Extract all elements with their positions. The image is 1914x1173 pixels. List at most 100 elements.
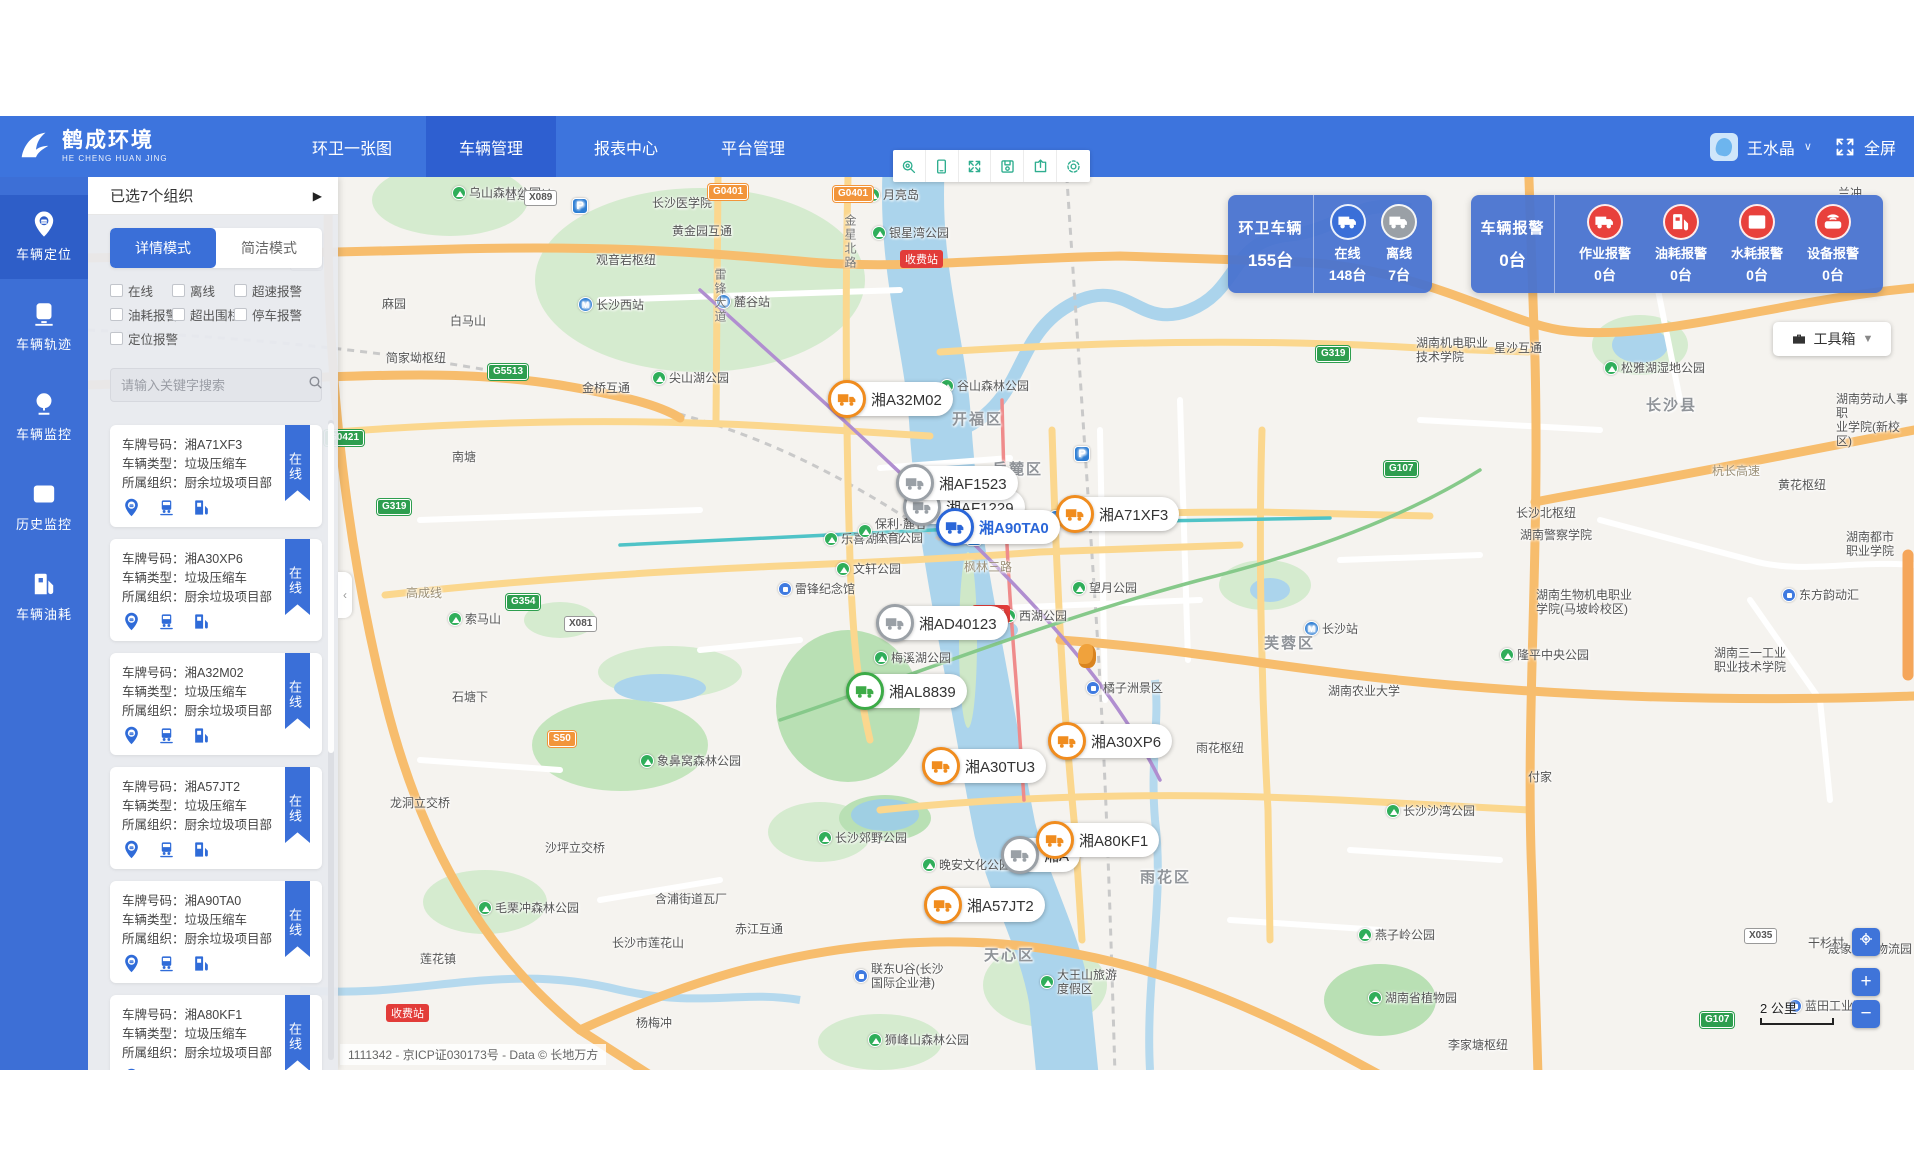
settings-gear-icon[interactable]	[1057, 150, 1090, 182]
fuel-detail-icon[interactable]	[192, 954, 211, 973]
search-icon[interactable]	[307, 374, 324, 396]
filter-checkbox[interactable]: 定位报警	[110, 329, 178, 348]
area-search-icon[interactable]	[893, 150, 926, 182]
checkbox-icon[interactable]	[172, 284, 185, 297]
username[interactable]: 王水晶	[1747, 135, 1795, 159]
locate-button[interactable]	[1852, 928, 1880, 956]
org-value: 厨余垃圾项目部	[185, 1046, 273, 1060]
vehicle-marker[interactable]: 湘A30XP6	[1050, 724, 1172, 758]
locate-vehicle-icon[interactable]	[122, 954, 141, 973]
vehicle-marker[interactable]: 湘A30TU3	[924, 749, 1046, 783]
sidebar-item-vehicle-track[interactable]: 车辆轨迹	[0, 285, 88, 369]
checkbox-icon[interactable]	[234, 308, 247, 321]
vehicle-card[interactable]: 车牌号码：湘A32M02 车辆类型：垃圾压缩车 所属组织：厨余垃圾项目部 在线	[110, 653, 322, 755]
alarm-stat-label: 油耗报警	[1655, 243, 1707, 262]
track-playback-icon[interactable]	[157, 954, 176, 973]
vehicle-marker[interactable]: 湘A71XF3	[1058, 497, 1179, 531]
expand-arrow-icon[interactable]: ▶	[313, 189, 322, 203]
map-attribution: 1111342 - 京ICP证030173号 - Data © 长地万方	[340, 1044, 606, 1065]
fullscreen-icon[interactable]	[1835, 137, 1855, 157]
mode-detail-button[interactable]: 详情模式	[110, 228, 216, 268]
filter-checkbox[interactable]: 停车报警	[234, 305, 302, 324]
track-playback-icon[interactable]	[157, 726, 176, 745]
vehicle-marker-plate: 湘A32M02	[871, 389, 942, 410]
zoom-out-button[interactable]: −	[1852, 1000, 1880, 1028]
map-label-text: 文轩公园	[853, 560, 901, 577]
park-icon	[452, 186, 466, 200]
org-selector-header[interactable]: 已选7个组织 ▶	[88, 177, 338, 215]
filter-checkbox[interactable]: 超出围栏	[172, 305, 240, 324]
user-chevron-down-icon[interactable]: ∨	[1804, 140, 1812, 153]
checkbox-icon[interactable]	[110, 308, 123, 321]
checkbox-icon[interactable]	[234, 284, 247, 297]
vehicle-card[interactable]: 车牌号码：湘A90TA0 车辆类型：垃圾压缩车 所属组织：厨余垃圾项目部 在线	[110, 881, 322, 983]
vehicle-marker-truck-icon	[846, 672, 884, 710]
checkbox-icon[interactable]	[110, 284, 123, 297]
vehicle-marker[interactable]: 湘A90TA0	[938, 510, 1060, 544]
map-label: 观音岩枢纽	[596, 251, 656, 268]
alarm-stat[interactable]: 设备报警 0台	[1807, 204, 1859, 285]
vehicle-marker[interactable]: 湘A57JT2	[926, 888, 1045, 922]
zoom-in-button[interactable]: +	[1852, 968, 1880, 996]
vehicle-card[interactable]: 车牌号码：湘A57JT2 车辆类型：垃圾压缩车 所属组织：厨余垃圾项目部 在线	[110, 767, 322, 869]
fullscreen-label[interactable]: 全屏	[1864, 135, 1896, 159]
fleet-stat[interactable]: 在线 148台	[1329, 204, 1366, 285]
park-icon	[824, 532, 838, 546]
vehicle-marker[interactable]: 湘AD40123	[878, 606, 1008, 640]
nav-item-platform-management[interactable]: 平台管理	[703, 116, 803, 177]
panel-scrollbar[interactable]	[328, 420, 334, 1060]
mode-simple-button[interactable]: 简洁模式	[216, 228, 322, 268]
sidebar-item-fuel[interactable]: 车辆油耗	[0, 555, 88, 639]
vehicle-marker[interactable]: 湘A32M02	[830, 382, 953, 416]
fuel-detail-icon[interactable]	[192, 612, 211, 631]
alarm-stat[interactable]: 水耗报警 0台	[1731, 204, 1783, 285]
vehicle-card[interactable]: 车牌号码：湘A30XP6 车辆类型：垃圾压缩车 所属组织：厨余垃圾项目部 在线	[110, 539, 322, 641]
alarm-stat[interactable]: 作业报警 0台	[1579, 204, 1631, 285]
map-label-text: 隆平中央公园	[1517, 646, 1589, 663]
save-view-icon[interactable]	[991, 150, 1024, 182]
locate-vehicle-icon[interactable]	[122, 612, 141, 631]
fuel-detail-icon[interactable]	[192, 726, 211, 745]
export-share-icon[interactable]	[1024, 150, 1057, 182]
locate-vehicle-icon[interactable]	[122, 498, 141, 517]
toolbox-button[interactable]: 工具箱 ▼	[1773, 322, 1891, 356]
scrollbar-thumb[interactable]	[328, 423, 334, 753]
alarm-stat-label: 作业报警	[1579, 243, 1631, 262]
device-view-icon[interactable]	[926, 150, 959, 182]
nav-item-report-center[interactable]: 报表中心	[576, 116, 676, 177]
filter-label: 超出围栏	[190, 305, 240, 324]
filter-checkbox[interactable]: 油耗报警	[110, 305, 178, 324]
fuel-detail-icon[interactable]	[192, 498, 211, 517]
filter-checkbox[interactable]: 超速报警	[234, 281, 302, 300]
sidebar: 车辆定位 车辆轨迹 车辆监控 历史监控 车辆油耗	[0, 177, 88, 1070]
alarm-stat[interactable]: 油耗报警 0台	[1655, 204, 1707, 285]
expand-fullscreen-icon[interactable]	[959, 150, 992, 182]
checkbox-icon[interactable]	[110, 332, 123, 345]
fleet-stat[interactable]: 离线 7台	[1381, 204, 1417, 285]
nav-item-overview-map[interactable]: 环卫一张图	[292, 116, 412, 177]
map-label-text: 观音岩枢纽	[596, 251, 656, 268]
nav-item-vehicle-management[interactable]: 车辆管理	[426, 116, 556, 177]
sideb ar-item-history-monitor[interactable]: 历史监控	[0, 465, 88, 549]
filter-checkbox[interactable]: 在线	[110, 281, 153, 300]
sidebar-item-vehicle-location[interactable]: 车辆定位	[0, 195, 88, 279]
search-input[interactable]	[111, 378, 307, 393]
vehicle-marker[interactable]: 湘A80KF1	[1038, 823, 1159, 857]
vehicle-marker[interactable]: 湘AF1523	[898, 466, 1018, 500]
vehicle-card[interactable]: 车牌号码：湘A71XF3 车辆类型：垃圾压缩车 所属组织：厨余垃圾项目部 在线	[110, 425, 322, 527]
track-playback-icon[interactable]	[157, 840, 176, 859]
card-action-icons	[122, 498, 310, 517]
fuel-detail-icon[interactable]	[192, 840, 211, 859]
locate-vehicle-icon[interactable]	[122, 840, 141, 859]
filter-checkbox[interactable]: 离线	[172, 281, 215, 300]
track-playback-icon[interactable]	[157, 612, 176, 631]
panel-collapse-handle[interactable]: ‹	[338, 572, 352, 618]
track-playback-icon[interactable]	[157, 498, 176, 517]
sidebar-item-vehicle-monitor[interactable]: 车辆监控	[0, 375, 88, 459]
vehicle-marker[interactable]: 湘AL8839	[848, 674, 967, 708]
locate-vehicle-icon[interactable]	[122, 726, 141, 745]
alarm-stats-panel: 车辆报警 0台 作业报警 0台	[1471, 195, 1883, 293]
avatar[interactable]	[1710, 133, 1738, 161]
map-park-label: 谷山森林公园	[940, 377, 1029, 394]
checkbox-icon[interactable]	[172, 308, 185, 321]
